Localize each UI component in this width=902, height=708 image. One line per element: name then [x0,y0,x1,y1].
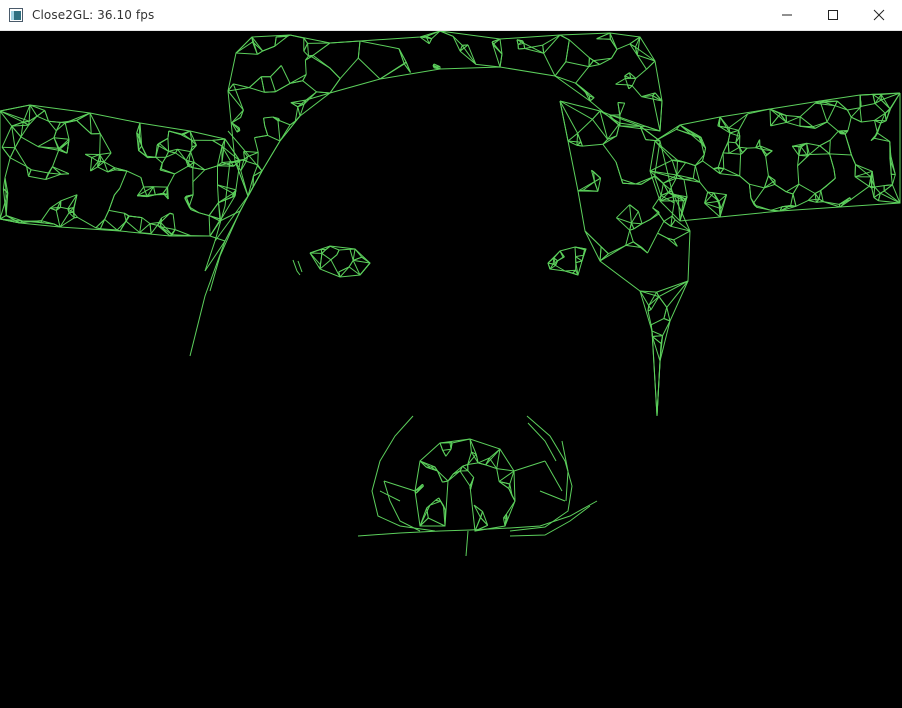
right-eye-mesh [547,246,587,276]
left-ear-mesh [0,104,241,237]
close-button[interactable] [856,0,902,31]
minimize-button[interactable] [764,0,810,31]
app-window-icon [8,7,24,23]
close-icon [873,6,885,25]
right-cheek-mesh [559,100,691,417]
minimize-icon [781,6,793,25]
maximize-icon [827,6,839,25]
caption-buttons [764,0,902,31]
nose-mesh [357,415,598,557]
wireframe-cow-render [0,31,901,557]
title-bar[interactable]: Close2GL: 36.10 fps [0,0,902,31]
window-title: Close2GL: 36.10 fps [32,8,155,22]
gl-viewport[interactable] [0,31,902,708]
app-window: Close2GL: 36.10 fps [0,0,902,708]
head-top-mesh [227,31,663,198]
left-eye-mesh [292,245,371,278]
right-ear-mesh [649,92,901,222]
maximize-button[interactable] [810,0,856,31]
